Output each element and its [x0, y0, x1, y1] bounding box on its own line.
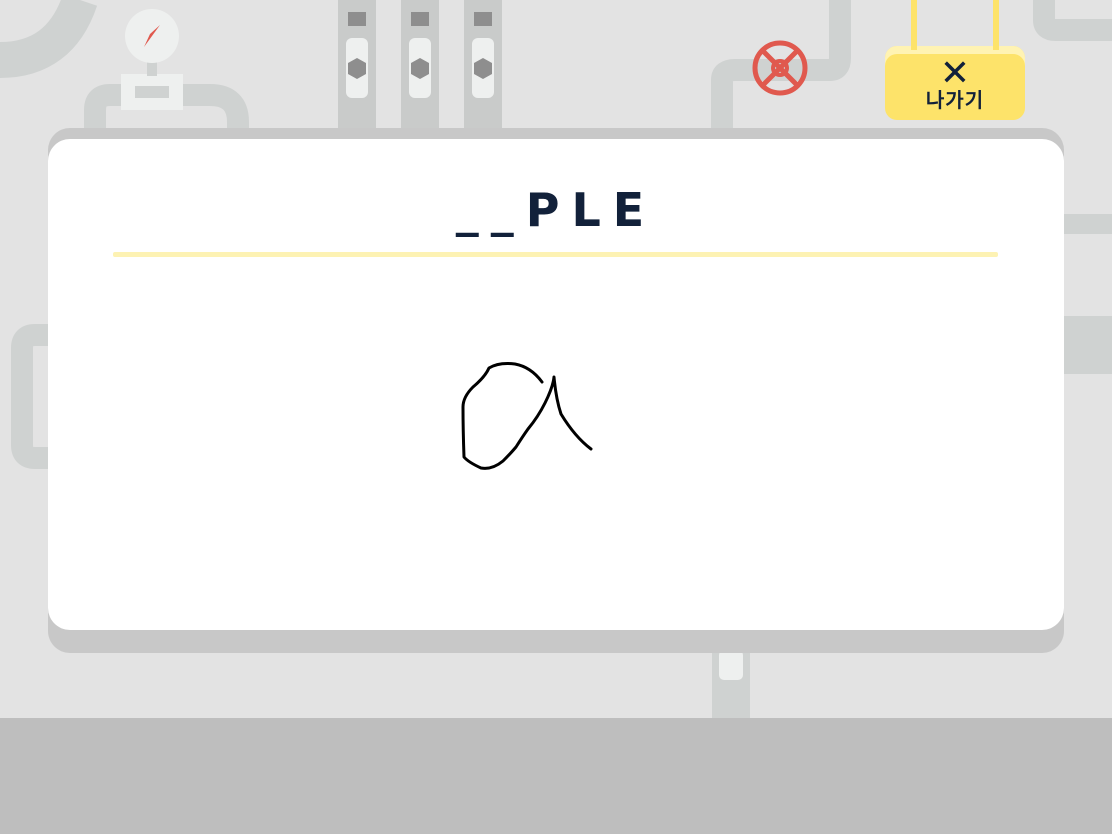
hanging-rope: [993, 0, 999, 50]
word-card: __PLE: [48, 139, 1064, 630]
compass-gauge-icon: [84, 9, 249, 128]
hanging-rope: [911, 0, 917, 50]
close-icon: ✕: [939, 53, 971, 94]
drawing-canvas[interactable]: [113, 269, 998, 609]
divider: [113, 252, 998, 257]
exit-label: 나가기: [925, 88, 985, 112]
floor: [0, 718, 1112, 834]
word-prompt: __PLE: [455, 183, 657, 237]
exit-button[interactable]: ✕ 나가기: [885, 0, 1025, 120]
handwriting-stroke: [461, 362, 593, 470]
